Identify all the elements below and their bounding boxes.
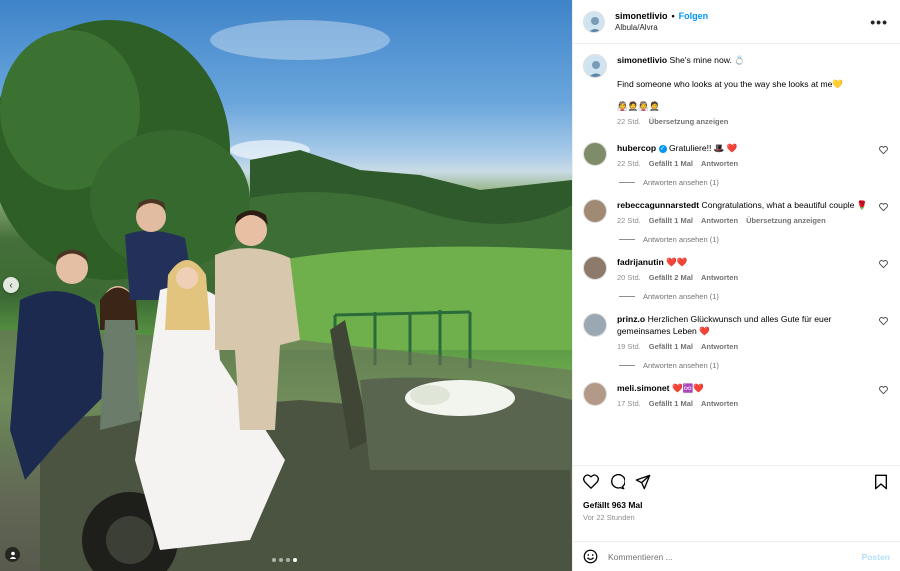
post-actions: Gefällt 963 Mal Vor 22 Stunden — [573, 465, 900, 541]
post-sidebar: simonetlivio • Folgen Albula/Alvra ••• s… — [572, 0, 900, 571]
comment-like-count[interactable]: Gefällt 1 Mal — [649, 341, 693, 353]
more-options-icon[interactable]: ••• — [870, 14, 888, 30]
comment-time[interactable]: 19 Std. — [617, 341, 641, 353]
commenter-avatar[interactable] — [583, 313, 607, 337]
comment-text: Congratulations, what a beautiful couple… — [701, 200, 868, 210]
comment-like-count[interactable]: Gefällt 1 Mal — [649, 398, 693, 410]
comment-reply-link[interactable]: Antworten — [701, 158, 738, 170]
emoji-smiley-icon[interactable] — [583, 549, 598, 564]
author-username[interactable]: simonetlivio — [615, 11, 668, 21]
carousel-indicator — [272, 558, 297, 562]
verified-badge-icon: ✓ — [658, 144, 667, 153]
comment-text: Gratuliere!! 🎩 ❤️ — [668, 143, 738, 153]
wedding-photo-scene — [0, 20, 572, 571]
comment-item: fadrijanutin ❤️❤️ 20 Std. Gefällt 2 Mal Ant… — [583, 256, 888, 301]
commenter-avatar[interactable] — [583, 382, 607, 406]
comment-container: hubercop ✓ Gratuliere!! 🎩 ❤️ 22 Std. Gefäl… — [583, 142, 888, 410]
comment-reply-link[interactable]: Antworten — [701, 215, 738, 227]
comment-like-heart-icon[interactable] — [879, 146, 888, 156]
commenter-avatar[interactable] — [583, 199, 607, 223]
share-paper-plane-icon[interactable] — [635, 474, 651, 495]
comment-time[interactable]: 22 Std. — [617, 158, 641, 170]
comment-like-count[interactable]: Gefällt 2 Mal — [649, 272, 693, 284]
caption-translate-link[interactable]: Übersetzung anzeigen — [649, 116, 729, 128]
comments-list[interactable]: simonetlivio She's mine now. 💍 Find some… — [573, 44, 900, 465]
commenter-avatar[interactable] — [583, 256, 607, 280]
comment-reply-link[interactable]: Antworten — [701, 398, 738, 410]
comment-username[interactable]: hubercop — [617, 143, 656, 153]
comment-bubble-icon[interactable] — [609, 473, 626, 495]
comment-time[interactable]: 22 Std. — [617, 215, 641, 227]
view-replies-link[interactable]: Antworten ansehen (1) — [643, 178, 719, 187]
comment-item: rebeccagunnarstedt Congratulations, what… — [583, 199, 888, 244]
carousel-dot — [272, 558, 276, 562]
carousel-dot — [286, 558, 290, 562]
comment-composer: Posten — [573, 541, 900, 571]
comment-username[interactable]: fadrijanutin — [617, 257, 664, 267]
carousel-dot — [293, 558, 297, 562]
comment-username[interactable]: rebeccagunnarstedt — [617, 200, 699, 210]
instagram-post-modal: ‹ simonetlivio • Folgen Albula/Alvra ••• — [0, 0, 900, 571]
comment-like-count[interactable]: Gefällt 1 Mal — [649, 158, 693, 170]
post-location[interactable]: Albula/Alvra — [615, 23, 870, 32]
comment-item: hubercop ✓ Gratuliere!! 🎩 ❤️ 22 Std. Gefäl… — [583, 142, 888, 187]
caption-line-1: She's mine now. 💍 — [669, 55, 745, 65]
comment-text: ❤️♾️❤️ — [671, 383, 705, 393]
save-bookmark-icon[interactable] — [874, 474, 888, 495]
comment-like-heart-icon[interactable] — [879, 317, 888, 327]
comment-username[interactable]: meli.simonet — [617, 383, 670, 393]
previous-photo-button[interactable]: ‹ — [3, 277, 19, 293]
post-comment-button[interactable]: Posten — [862, 552, 890, 562]
caption-line-3: 👰🤵👰🤵 — [617, 101, 660, 111]
post-photo[interactable]: ‹ — [0, 0, 572, 571]
comment-text: ❤️❤️ — [666, 257, 688, 267]
post-caption: simonetlivio She's mine now. 💍 Find some… — [583, 54, 888, 128]
comment-item: meli.simonet ❤️♾️❤️ 17 Std. Gefällt 1 Mal A… — [583, 382, 888, 410]
like-heart-icon[interactable] — [583, 474, 599, 494]
comment-time[interactable]: 20 Std. — [617, 272, 641, 284]
comment-translate-link[interactable]: Übersetzung anzeigen — [746, 215, 826, 227]
post-date: Vor 22 Stunden — [583, 513, 635, 522]
author-avatar[interactable] — [583, 54, 607, 78]
comment-text: Herzlichen Glückwunsch und alles Gute fü… — [617, 314, 832, 336]
tagged-users-icon[interactable] — [5, 547, 20, 562]
view-replies-link[interactable]: Antworten ansehen (1) — [643, 361, 719, 370]
separator-dot: • — [671, 11, 675, 21]
follow-button[interactable]: Folgen — [679, 11, 709, 21]
comment-username[interactable]: prinz.o — [617, 314, 645, 324]
view-replies-link[interactable]: Antworten ansehen (1) — [643, 292, 719, 301]
comment-reply-link[interactable]: Antworten — [701, 272, 738, 284]
comment-time[interactable]: 17 Std. — [617, 398, 641, 410]
comment-input[interactable] — [608, 551, 862, 562]
comment-item: prinz.o Herzlichen Glückwunsch und alles… — [583, 313, 888, 370]
comment-like-count[interactable]: Gefällt 1 Mal — [649, 215, 693, 227]
caption-line-2: Find someone who looks at you the way sh… — [617, 79, 844, 89]
comment-like-heart-icon[interactable] — [879, 386, 888, 396]
caption-time[interactable]: 22 Std. — [617, 116, 641, 128]
commenter-avatar[interactable] — [583, 142, 607, 166]
view-replies-link[interactable]: Antworten ansehen (1) — [643, 235, 719, 244]
comment-reply-link[interactable]: Antworten — [701, 341, 738, 353]
comment-like-heart-icon[interactable] — [879, 260, 888, 270]
caption-username[interactable]: simonetlivio — [617, 55, 667, 65]
post-header: simonetlivio • Folgen Albula/Alvra ••• — [573, 0, 900, 44]
comment-like-heart-icon[interactable] — [879, 203, 888, 213]
like-count[interactable]: Gefällt 963 Mal — [583, 500, 888, 510]
author-avatar[interactable] — [583, 10, 605, 33]
carousel-dot — [279, 558, 283, 562]
